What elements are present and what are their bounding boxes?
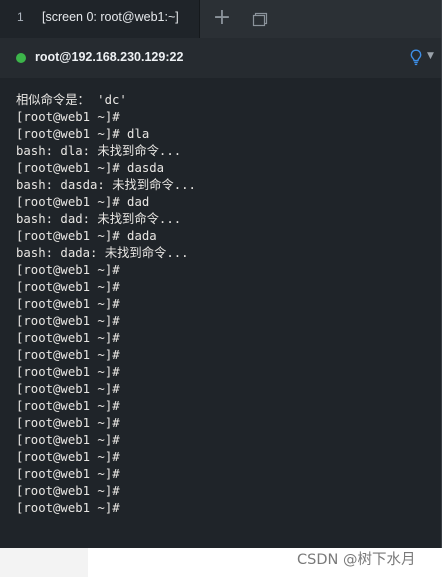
terminal-line: [root@web1 ~]# dasda: [16, 161, 165, 175]
terminal-line: [root@web1 ~]#: [16, 365, 120, 379]
terminal-line: bash: dasda: 未找到命令...: [16, 178, 196, 192]
terminal-line: [root@web1 ~]#: [16, 314, 120, 328]
terminal-line: [root@web1 ~]#: [16, 348, 120, 362]
terminal-line: [root@web1 ~]# dada: [16, 229, 157, 243]
tab-bar: 1 [screen 0: root@web1:~] +: [0, 0, 441, 38]
terminal-line: bash: dada: 未找到命令...: [16, 246, 189, 260]
terminal-line: [root@web1 ~]# dla: [16, 127, 150, 141]
terminal-line: [root@web1 ~]#: [16, 331, 120, 345]
tab-title: [screen 0: root@web1:~]: [42, 10, 179, 24]
terminal-line: [root@web1 ~]#: [16, 110, 120, 124]
terminal-window: 1 [screen 0: root@web1:~] + root@192.168…: [0, 0, 442, 549]
terminal-lines: 相似命令是： 'dc' [root@web1 ~]# [root@web1 ~]# …: [16, 92, 196, 517]
terminal-line: bash: dla: 未找到命令...: [16, 144, 182, 158]
terminal-line: [root@web1 ~]#: [16, 297, 120, 311]
terminal-line: [root@web1 ~]#: [16, 399, 120, 413]
connection-status-dot: [16, 53, 26, 63]
terminal-line: [root@web1 ~]#: [16, 280, 120, 294]
terminal-line: [root@web1 ~]#: [16, 501, 120, 515]
tab-index: 1: [17, 10, 24, 24]
host-bar: root@192.168.230.129:22 ▼: [0, 38, 441, 79]
window-icon[interactable]: [252, 11, 268, 27]
terminal-line: [root@web1 ~]# dad: [16, 195, 150, 209]
plus-icon[interactable]: +: [209, 5, 235, 31]
terminal-line: bash: dad: 未找到命令...: [16, 212, 182, 226]
terminal-line: [root@web1 ~]#: [16, 263, 120, 277]
terminal-line: [root@web1 ~]#: [16, 484, 120, 498]
terminal-line: [root@web1 ~]#: [16, 416, 120, 430]
terminal-line: [root@web1 ~]#: [16, 467, 120, 481]
page-background-strip: [0, 548, 88, 577]
watermark: CSDN @树下水月: [297, 552, 416, 568]
terminal-output[interactable]: 相似命令是： 'dc' [root@web1 ~]# [root@web1 ~]# …: [0, 78, 441, 548]
host-label: root@192.168.230.129:22: [35, 50, 184, 64]
terminal-line: [root@web1 ~]#: [16, 450, 120, 464]
terminal-line: [root@web1 ~]#: [16, 382, 120, 396]
tab-screen-0[interactable]: 1 [screen 0: root@web1:~]: [0, 0, 200, 38]
terminal-line: [root@web1 ~]#: [16, 433, 120, 447]
terminal-line: 相似命令是： 'dc': [16, 93, 127, 107]
lightbulb-icon[interactable]: [410, 49, 422, 66]
chevron-down-icon[interactable]: ▼: [427, 51, 434, 61]
